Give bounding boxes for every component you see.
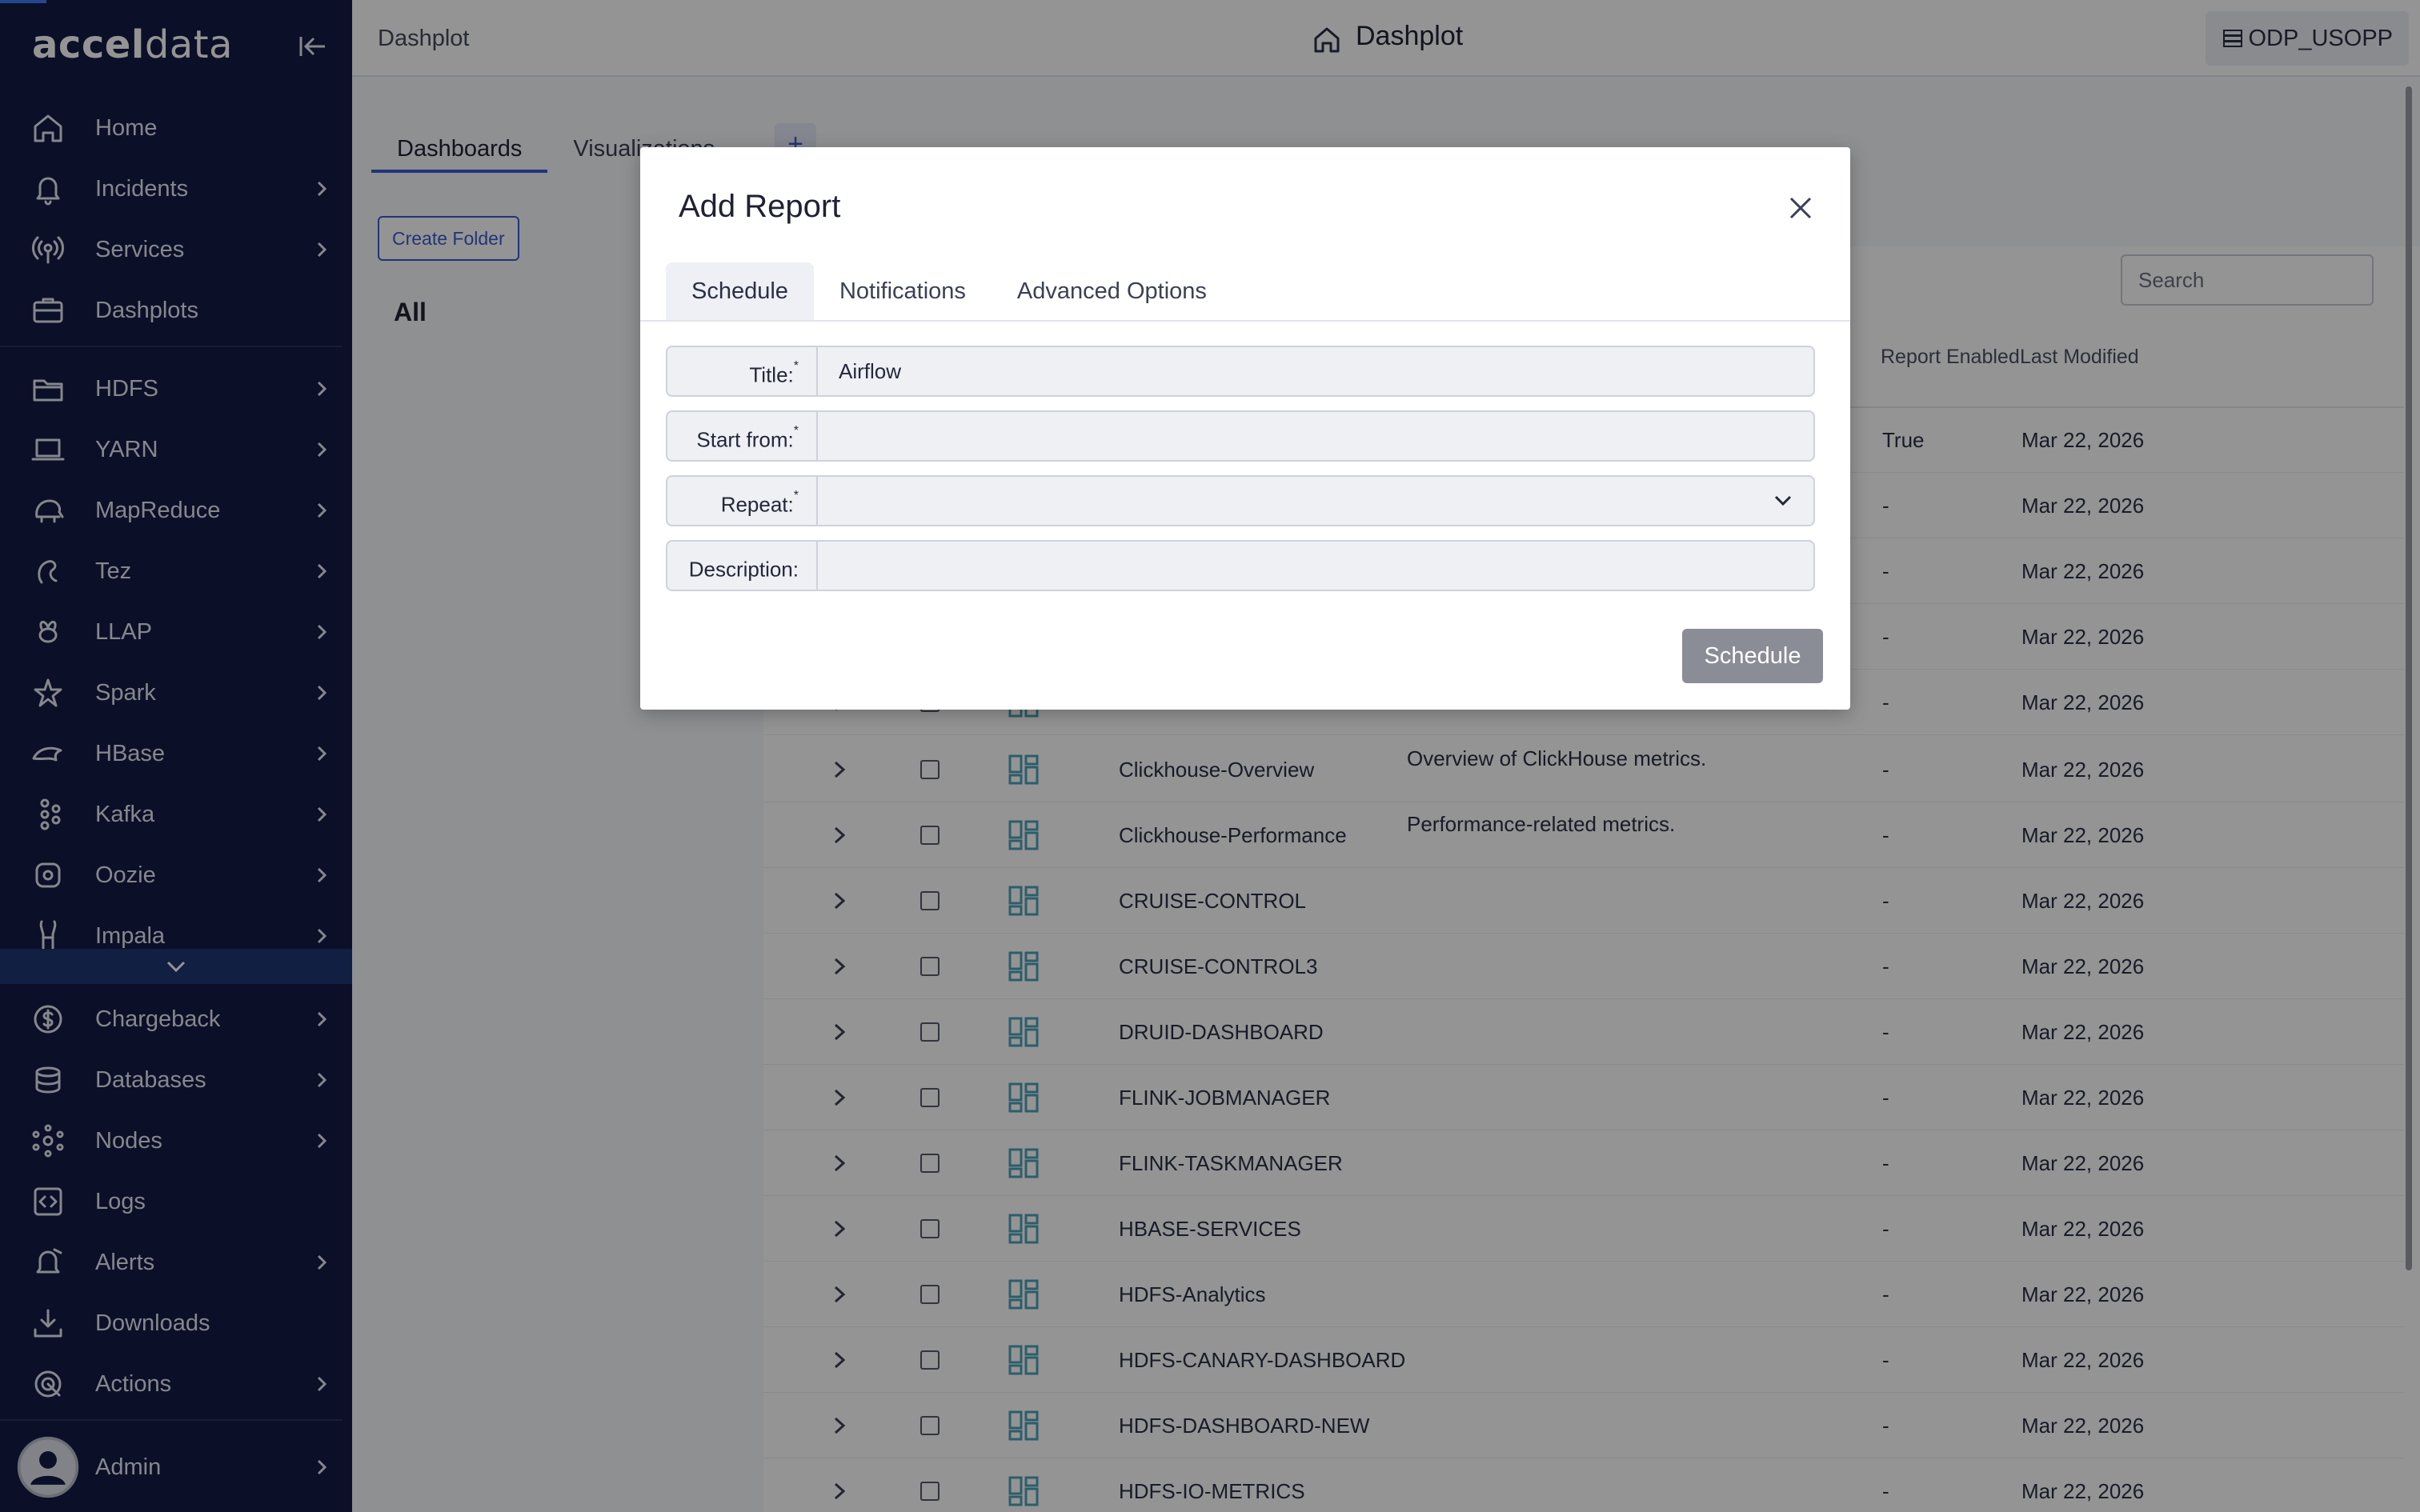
repeat-select[interactable] — [819, 477, 1813, 525]
repeat-label: Repeat:* — [667, 477, 818, 525]
start-from-input[interactable] — [819, 412, 1813, 460]
tab-advanced-options[interactable]: Advanced Options — [992, 262, 1232, 320]
dialog-title: Add Report — [679, 189, 841, 224]
description-field: Description: — [666, 540, 1815, 591]
tab-divider — [640, 320, 1850, 322]
description-input[interactable] — [819, 542, 1813, 590]
start-from-field: Start from:* — [666, 410, 1815, 462]
schedule-button[interactable]: Schedule — [1682, 629, 1823, 683]
start-from-label: Start from:* — [667, 412, 818, 460]
chevron-down-icon[interactable] — [1770, 488, 1796, 514]
description-label: Description: — [667, 542, 818, 590]
dialog-tabs: Schedule Notifications Advanced Options — [666, 262, 1232, 320]
repeat-field: Repeat:* — [666, 475, 1815, 526]
tab-notifications[interactable]: Notifications — [814, 262, 992, 320]
close-icon[interactable] — [1785, 192, 1817, 224]
title-label: Title:* — [667, 347, 818, 395]
tab-schedule[interactable]: Schedule — [666, 262, 814, 320]
title-field: Title:* Airflow — [666, 346, 1815, 397]
add-report-dialog: Add Report Schedule Notifications Advanc… — [640, 147, 1850, 710]
title-input[interactable]: Airflow — [819, 347, 1813, 395]
